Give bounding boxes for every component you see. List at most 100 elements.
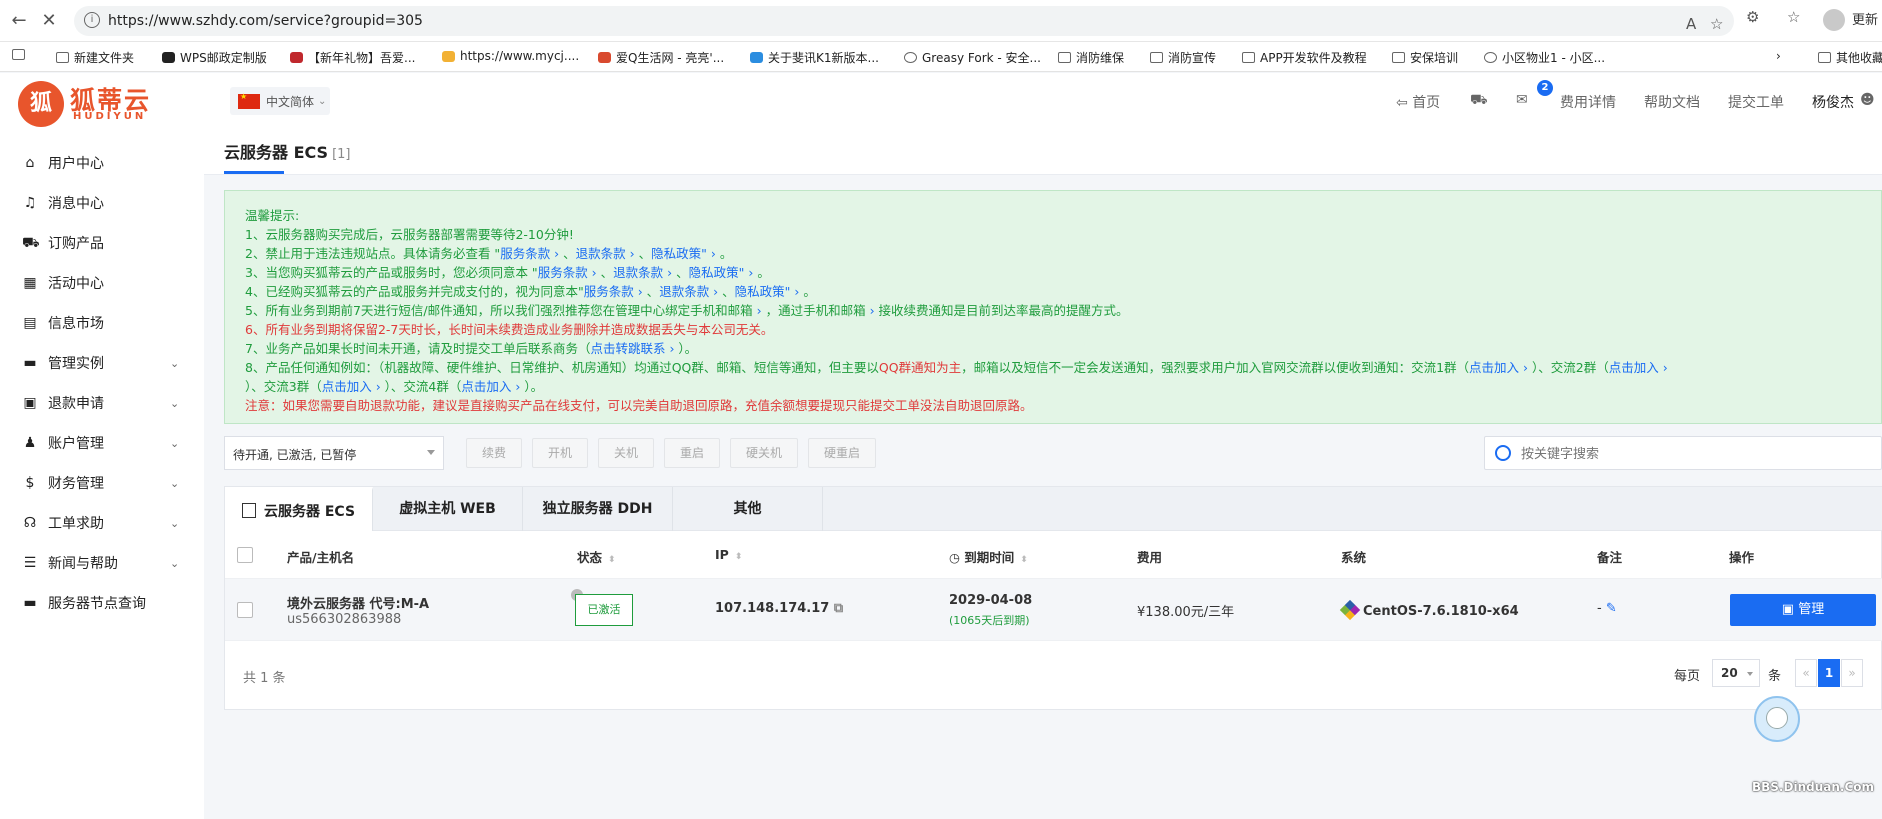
server-icon: ▬ — [23, 355, 37, 371]
hard-power-off-button[interactable]: 硬关机 — [730, 438, 798, 468]
profile-avatar[interactable] — [1823, 9, 1845, 31]
sidebar-item-market[interactable]: ▤ 信息市场 — [0, 305, 204, 341]
col-ip[interactable]: IP ⬍ — [715, 547, 742, 562]
edit-pencil-icon[interactable]: ✎ — [1606, 601, 1617, 616]
notice-heading: 温馨提示: — [245, 208, 300, 223]
per-page-select[interactable]: 20 — [1712, 659, 1760, 687]
notice-text: QQ群通知为主 — [878, 360, 962, 375]
bookmark-item[interactable]: 新建文件夹 — [56, 49, 134, 66]
ip-text: 107.148.174.17 — [715, 601, 830, 616]
service-terms-link[interactable]: 服务条款 › — [538, 265, 597, 280]
home-link[interactable]: ⇦ 首页 — [1396, 92, 1440, 112]
contact-sales-link[interactable]: 点击转跳联系 › — [590, 341, 674, 356]
submit-ticket-link[interactable]: 提交工单 — [1728, 92, 1784, 112]
bookmark-item[interactable]: 消防宣传 — [1150, 49, 1216, 66]
logo[interactable]: 狐 狐蒂云 HUDIYUN — [18, 79, 168, 131]
join-group-2-link[interactable]: 点击加入 › — [1609, 360, 1668, 375]
service-terms-link[interactable]: 服务条款 › — [500, 246, 559, 261]
bind-phone-link[interactable]: › — [753, 303, 762, 318]
privacy-policy-link[interactable]: 隐私政策" › — [735, 284, 800, 299]
support-chat-button[interactable] — [1754, 696, 1800, 742]
sidebar-item-finance[interactable]: $ 财务管理 ⌄ — [0, 465, 204, 501]
sidebar-item-user-center[interactable]: ⌂ 用户中心 — [0, 145, 204, 181]
bookmarks-menu-icon[interactable] — [12, 49, 30, 60]
col-status[interactable]: 状态 ⬍ — [577, 547, 616, 566]
help-docs-link[interactable]: 帮助文档 — [1644, 92, 1700, 112]
power-on-button[interactable]: 开机 — [532, 438, 588, 468]
sidebar-item-messages[interactable]: ♫ 消息中心 — [0, 185, 204, 221]
sidebar-item-news[interactable]: ☰ 新闻与帮助 ⌄ — [0, 545, 204, 581]
favorites-icon[interactable]: ☆ — [1787, 8, 1800, 26]
privacy-policy-link[interactable]: 隐私政策" › — [689, 265, 754, 280]
select-all-checkbox[interactable] — [237, 547, 253, 563]
read-aloud-icon[interactable]: A — [1686, 15, 1696, 33]
sidebar-item-account[interactable]: ♟ 账户管理 ⌄ — [0, 425, 204, 461]
bookmark-item[interactable]: 【新年礼物】吾爱... — [290, 49, 415, 66]
refund-terms-link[interactable]: 退款条款 › — [576, 246, 635, 261]
bookmarks-overflow-icon[interactable]: › — [1776, 49, 1781, 63]
update-button[interactable]: 更新 — [1852, 9, 1878, 28]
bookmark-item[interactable]: 消防维保 — [1058, 49, 1124, 66]
refund-terms-link[interactable]: 退款条款 › — [613, 265, 672, 280]
sidebar-item-node-query[interactable]: ▬ 服务器节点查询 — [0, 585, 204, 621]
sidebar-item-tickets[interactable]: ☊ 工单求助 ⌄ — [0, 505, 204, 541]
search-box[interactable] — [1484, 436, 1882, 470]
join-group-1-link[interactable]: 点击加入 › — [1469, 360, 1528, 375]
tab-web-hosting[interactable]: 虚拟主机 WEB — [373, 487, 523, 531]
chevron-down-icon: ⌄ — [170, 356, 180, 370]
hard-reboot-button[interactable]: 硬重启 — [808, 438, 876, 468]
row-checkbox[interactable] — [237, 602, 253, 618]
user-avatar[interactable]: ☻ — [1860, 92, 1875, 108]
notice-text: 7、业务产品如果长时间未开通，请及时提交工单后联系商务（ — [245, 341, 591, 356]
extensions-icon[interactable]: ⚙ — [1746, 8, 1759, 26]
copy-icon[interactable]: ⧉ — [834, 601, 843, 616]
bookmark-item[interactable]: https://www.mycj.... — [442, 49, 579, 63]
sidebar-item-order[interactable]: ⛟ 订购产品 — [0, 225, 204, 261]
manage-button[interactable]: ▣ 管理 — [1730, 594, 1876, 626]
bookmark-item[interactable]: 其他收藏 — [1818, 49, 1882, 66]
bookmark-item[interactable]: 安保培训 — [1392, 49, 1458, 66]
bookmark-item[interactable]: 爱Q生活网 - 亮亮'... — [598, 49, 724, 66]
tab-ecs[interactable]: 云服务器 ECS — [225, 487, 373, 531]
table-row[interactable]: 境外云服务器 代号:M-A us566302863988 已激活 107.148… — [225, 579, 1882, 641]
stop-loading-icon[interactable]: ✕ — [38, 10, 60, 32]
bookmark-label: APP开发软件及教程 — [1260, 51, 1367, 65]
sidebar-item-instances[interactable]: ▬ 管理实例 ⌄ — [0, 345, 204, 381]
power-off-button[interactable]: 关机 — [598, 438, 654, 468]
join-group-4-link[interactable]: 点击加入 › — [461, 379, 520, 394]
renew-button[interactable]: 续费 — [466, 438, 522, 468]
refund-terms-link[interactable]: 退款条款 › — [659, 284, 718, 299]
product-name[interactable]: 境外云服务器 代号:M-A — [287, 593, 429, 612]
service-terms-link[interactable]: 服务条款 › — [584, 284, 643, 299]
privacy-policy-link[interactable]: 隐私政策" › — [651, 246, 716, 261]
note-value[interactable]: - ✎ — [1597, 601, 1617, 616]
tab-dedicated[interactable]: 独立服务器 DDH — [523, 487, 673, 531]
join-group-3-link[interactable]: 点击加入 › — [322, 379, 381, 394]
favorite-star-icon[interactable]: ☆ — [1710, 15, 1723, 33]
language-selector[interactable]: 中文简体 ⌄ — [230, 87, 330, 115]
next-page-button[interactable]: » — [1841, 659, 1863, 687]
back-arrow-icon[interactable]: ← — [8, 10, 30, 32]
bookmark-item[interactable]: Greasy Fork - 安全... — [904, 49, 1041, 66]
tab-other[interactable]: 其他 — [673, 487, 823, 531]
sidebar-item-refund[interactable]: ▣ 退款申请 ⌄ — [0, 385, 204, 421]
reboot-button[interactable]: 重启 — [664, 438, 720, 468]
site-info-icon[interactable]: i — [84, 12, 100, 28]
bookmark-item[interactable]: 小区物业1 - 小区... — [1484, 49, 1605, 66]
url-text[interactable]: https://www.szhdy.com/service?groupid=30… — [108, 13, 423, 29]
page-1-button[interactable]: 1 — [1818, 659, 1840, 687]
status-filter-select[interactable]: 待开通, 已激活, 已暂停 — [224, 436, 444, 470]
sidebar-item-events[interactable]: ▦ 活动中心 — [0, 265, 204, 301]
bookmark-item[interactable]: 关于斐讯K1新版本... — [750, 49, 879, 66]
address-bar[interactable]: i https://www.szhdy.com/service?groupid=… — [74, 6, 1734, 36]
username[interactable]: 杨俊杰 — [1812, 92, 1854, 112]
col-expire[interactable]: ◷ 到期时间 ⬍ — [949, 547, 1028, 566]
cart-icon[interactable]: ⛟ — [1470, 92, 1488, 110]
prev-page-button[interactable]: « — [1795, 659, 1817, 687]
mail-icon[interactable]: ✉ — [1516, 92, 1528, 108]
search-input[interactable] — [1521, 443, 1861, 465]
bookmark-item[interactable]: APP开发软件及教程 — [1242, 49, 1367, 66]
bookmark-item[interactable]: WPS邮政定制版 — [162, 49, 267, 66]
fees-link[interactable]: 费用详情 — [1560, 92, 1616, 112]
phone-email-link[interactable]: › — [866, 303, 875, 318]
